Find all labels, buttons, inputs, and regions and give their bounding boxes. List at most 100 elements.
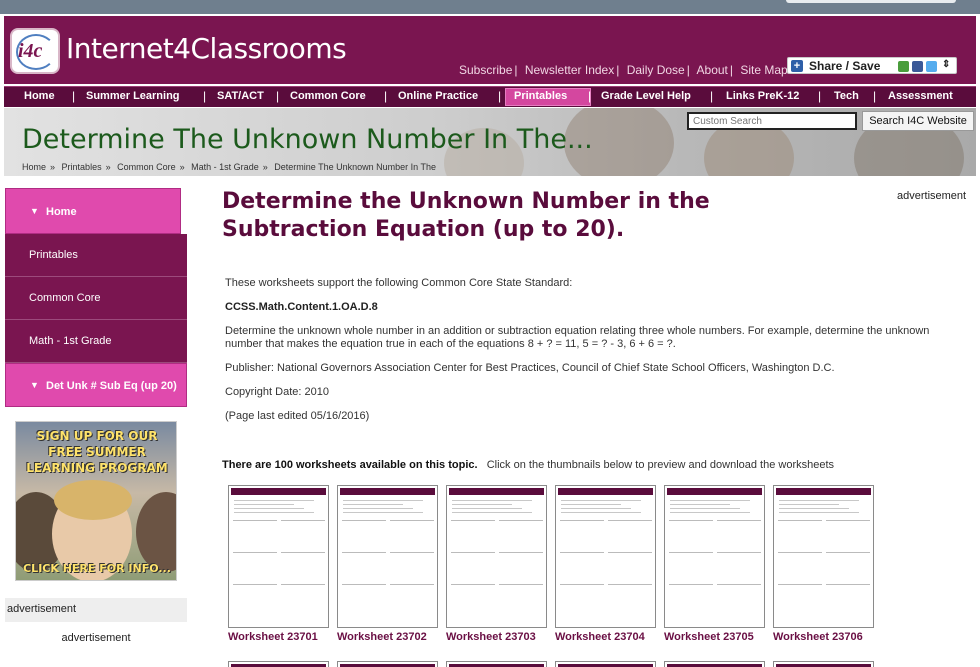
- thumbnail-line: [779, 508, 849, 509]
- worksheet-thumbnail-next-row[interactable]: [555, 661, 656, 667]
- site-map-link[interactable]: Site Map: [740, 63, 787, 77]
- thumbnail-line: [452, 508, 522, 509]
- summer-learning-promo[interactable]: SIGN UP FOR OUR FREE SUMMER LEARNING PRO…: [15, 421, 177, 581]
- thumbnail-line: [452, 512, 532, 513]
- thumbnail-problem-cell: [826, 552, 870, 582]
- sidebar-item-printables[interactable]: Printables: [5, 234, 187, 277]
- daily-dose-link[interactable]: Daily Dose: [627, 63, 685, 77]
- worksheet-thumbnail-next-row[interactable]: [446, 661, 547, 667]
- worksheet-thumbnail-next-row[interactable]: [337, 661, 438, 667]
- thumbnail-problem-cell: [669, 584, 713, 614]
- worksheet-thumbnail[interactable]: [228, 485, 329, 628]
- search-button[interactable]: Search I4C Website: [862, 111, 974, 131]
- thumbnail-problem-cell: [499, 584, 543, 614]
- promo-line-1: SIGN UP FOR OUR: [36, 429, 158, 443]
- breadcrumb-math-1st-grade[interactable]: Math - 1st Grade: [191, 162, 259, 172]
- thumbnail-problem-cell: [608, 584, 652, 614]
- sidebar: ▼ Home Printables Common Core Math - 1st…: [5, 188, 187, 644]
- about-link[interactable]: About: [697, 63, 728, 77]
- worksheet-thumbnail[interactable]: [446, 485, 547, 628]
- newsletter-index-link[interactable]: Newsletter Index: [525, 63, 614, 77]
- site-logo[interactable]: i4c Internet4Classrooms: [10, 26, 347, 76]
- sidebar-item-home[interactable]: ▼ Home: [5, 188, 181, 234]
- nav-grade-level-help[interactable]: Grade Level Help: [601, 90, 691, 102]
- thumbnail-line: [234, 504, 294, 505]
- logo-badge-icon: i4c: [10, 28, 60, 74]
- nav-links-prek-12[interactable]: Links PreK-12: [726, 90, 799, 102]
- worksheet-thumbnail-next-row[interactable]: [228, 661, 329, 667]
- worksheet-link[interactable]: Worksheet 23706: [773, 631, 863, 643]
- chevron-down-icon: ▼: [30, 206, 39, 216]
- share-save-button[interactable]: + Share / Save ⇕: [787, 57, 957, 74]
- thumbnail-problem-cell: [281, 552, 325, 582]
- worksheet-link[interactable]: Worksheet 23705: [664, 631, 754, 643]
- promo-photo-shape: [136, 492, 176, 572]
- thumbnail-line: [343, 504, 403, 505]
- worksheet-link[interactable]: Worksheet 23704: [555, 631, 645, 643]
- promo-photo-shape: [54, 480, 132, 520]
- thumbnail-problem-cell: [560, 552, 604, 582]
- thumbnail-problem-cell: [342, 520, 386, 550]
- standard-description-text: Determine the unknown whole number in an…: [225, 325, 930, 350]
- thumbnail-line: [234, 508, 304, 509]
- page-title: Determine the Unknown Number in the Subt…: [222, 189, 710, 242]
- breadcrumb-common-core[interactable]: Common Core: [117, 162, 176, 172]
- nav-common-core[interactable]: Common Core: [290, 90, 366, 102]
- breadcrumb-current: Determine The Unknown Number In The: [274, 162, 436, 172]
- nav-sat-act[interactable]: SAT/ACT: [217, 90, 264, 102]
- breadcrumb-home[interactable]: Home: [22, 162, 46, 172]
- thumbnail-problem-cell: [281, 584, 325, 614]
- nav-assessment[interactable]: Assessment: [888, 90, 953, 102]
- worksheet-thumbnail[interactable]: [773, 485, 874, 628]
- thumbnail-problem-cell: [669, 552, 713, 582]
- publisher-text: Publisher: National Governors Associatio…: [225, 362, 835, 374]
- thumbnail-line: [343, 508, 413, 509]
- sidebar-item-common-core[interactable]: Common Core: [5, 277, 187, 320]
- thumbnail-problem-cell: [717, 552, 761, 582]
- thumbnail-problem-cell: [499, 552, 543, 582]
- nav-online-practice[interactable]: Online Practice: [398, 90, 478, 102]
- worksheet-thumbnail[interactable]: [337, 485, 438, 628]
- worksheet-link[interactable]: Worksheet 23703: [446, 631, 536, 643]
- thumbnail-line: [779, 512, 859, 513]
- worksheet-thumbnail-next-row[interactable]: [773, 661, 874, 667]
- thumbnail-line: [670, 504, 730, 505]
- logo-text: Internet4Classrooms: [66, 32, 347, 65]
- nav-summer-learning[interactable]: Summer Learning: [86, 90, 180, 102]
- chevron-down-icon: ▼: [30, 380, 39, 390]
- top-links: Subscribe | Newsletter Index | Daily Dose |…: [459, 63, 788, 77]
- worksheet-thumbnail-next-row[interactable]: [664, 661, 765, 667]
- sidebar-item-math-1st-grade[interactable]: Math - 1st Grade: [5, 320, 187, 363]
- thumbnail-problem-cell: [233, 584, 277, 614]
- thumbnail-problem-cell: [451, 584, 495, 614]
- copyright-text: Copyright Date: 2010: [225, 386, 329, 398]
- search-input[interactable]: [687, 112, 857, 130]
- advertisement-label: advertisement: [897, 190, 967, 202]
- browser-top-strip: [0, 0, 980, 14]
- thumbnail-problem-cell: [233, 520, 277, 550]
- nav-tech[interactable]: Tech: [834, 90, 859, 102]
- sidebar-item-current-topic[interactable]: ▼ Det Unk # Sub Eq (up 20): [5, 363, 187, 407]
- thumbnail-problem-cell: [669, 520, 713, 550]
- promo-line-2: FREE SUMMER: [48, 445, 146, 459]
- thumbnail-problem-cell: [281, 520, 325, 550]
- breadcrumb-printables[interactable]: Printables: [62, 162, 102, 172]
- advertisement-label: advertisement: [61, 632, 131, 644]
- nav-printables[interactable]: Printables: [514, 90, 567, 102]
- thumbnail-problem-cell: [826, 520, 870, 550]
- subscribe-link[interactable]: Subscribe: [459, 63, 512, 77]
- worksheet-thumbnail[interactable]: [664, 485, 765, 628]
- banner-title: Determine The Unknown Number In The...: [22, 124, 593, 155]
- worksheet-thumbnail[interactable]: [555, 485, 656, 628]
- nav-home[interactable]: Home: [24, 90, 55, 102]
- twitter-share-icon: [926, 61, 937, 72]
- page-banner: Determine The Unknown Number In The... S…: [4, 108, 976, 176]
- thumbnail-header: [776, 488, 871, 495]
- thumbnail-problem-cell: [717, 520, 761, 550]
- worksheet-link[interactable]: Worksheet 23702: [337, 631, 427, 643]
- worksheet-link[interactable]: Worksheet 23701: [228, 631, 318, 643]
- thumbnail-line: [561, 504, 621, 505]
- top-strip-tab: [786, 0, 956, 3]
- thumbnail-problem-cell: [560, 520, 604, 550]
- thumbnail-header: [340, 488, 435, 495]
